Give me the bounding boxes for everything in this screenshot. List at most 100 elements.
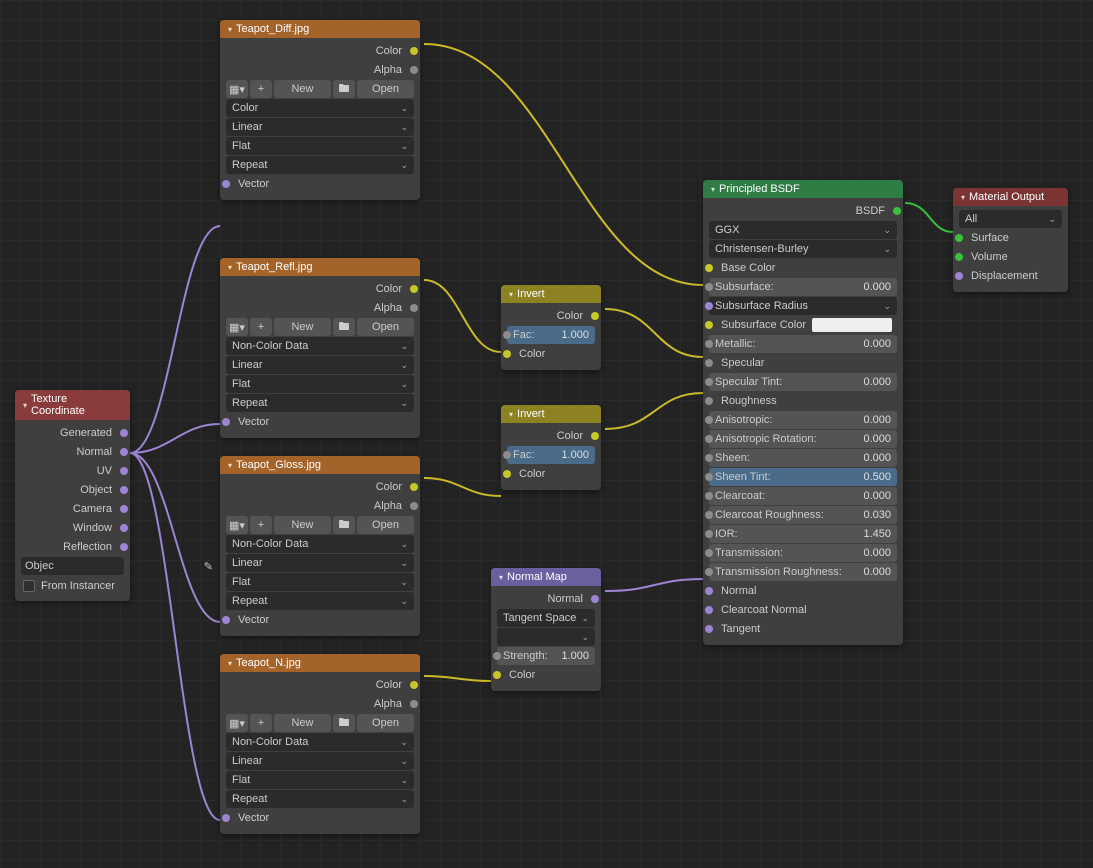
- target-dropdown[interactable]: All: [959, 210, 1062, 228]
- open-button[interactable]: Open: [357, 80, 414, 98]
- transmission-slider[interactable]: Transmission:0.000: [709, 544, 897, 562]
- fac-slider[interactable]: Fac:1.000: [507, 326, 595, 344]
- plus-button[interactable]: +: [250, 516, 272, 534]
- node-header[interactable]: Teapot_Diff.jpg: [220, 20, 420, 38]
- colorspace-dropdown[interactable]: Non-Color Data: [226, 535, 414, 553]
- anisotropic-slider[interactable]: Anisotropic:0.000: [709, 411, 897, 429]
- new-button[interactable]: New: [274, 516, 331, 534]
- from-instancer-checkbox[interactable]: From Instancer: [21, 577, 124, 595]
- output-camera: Camera: [21, 500, 124, 518]
- folder-icon[interactable]: 🖿: [333, 516, 355, 534]
- extension-dropdown[interactable]: Repeat: [226, 394, 414, 412]
- sheen-tint-slider[interactable]: Sheen Tint:0.500: [709, 468, 897, 486]
- image-buttons: ▦▾ + New 🖿 Open: [226, 318, 414, 336]
- metallic-slider[interactable]: Metallic:0.000: [709, 335, 897, 353]
- node-header[interactable]: Invert: [501, 405, 601, 423]
- node-header[interactable]: Texture Coordinate: [15, 390, 130, 420]
- node-header[interactable]: Teapot_Refl.jpg: [220, 258, 420, 276]
- object-input[interactable]: [58, 560, 200, 572]
- interpolation-dropdown[interactable]: Linear: [226, 752, 414, 770]
- node-header[interactable]: Material Output: [953, 188, 1068, 206]
- colorspace-dropdown[interactable]: Color: [226, 99, 414, 117]
- node-principled-bsdf[interactable]: Principled BSDF BSDF GGX Christensen-Bur…: [703, 180, 903, 645]
- distribution-dropdown[interactable]: GGX: [709, 221, 897, 239]
- open-button[interactable]: Open: [357, 516, 414, 534]
- node-image-texture-normal[interactable]: Teapot_N.jpg Color Alpha ▦▾ + New 🖿 Open…: [220, 654, 420, 834]
- strength-slider[interactable]: Strength:1.000: [497, 647, 595, 665]
- image-icon[interactable]: ▦▾: [226, 714, 248, 732]
- node-title: Teapot_Refl.jpg: [236, 261, 312, 273]
- node-material-output[interactable]: Material Output All Surface Volume Displ…: [953, 188, 1068, 292]
- node-invert-1[interactable]: Invert Color Fac:1.000 Color: [501, 285, 601, 370]
- colorspace-dropdown[interactable]: Non-Color Data: [226, 733, 414, 751]
- subsurface-radius-dropdown[interactable]: Subsurface Radius: [709, 297, 897, 315]
- node-title: Teapot_Diff.jpg: [236, 23, 309, 35]
- clearcoat-slider[interactable]: Clearcoat:0.000: [709, 487, 897, 505]
- space-dropdown[interactable]: Tangent Space: [497, 609, 595, 627]
- node-header[interactable]: Principled BSDF: [703, 180, 903, 198]
- fac-slider[interactable]: Fac:1.000: [507, 446, 595, 464]
- extension-dropdown[interactable]: Repeat: [226, 790, 414, 808]
- node-texture-coordinate[interactable]: Texture Coordinate Generated Normal UV O…: [15, 390, 130, 601]
- checkbox-icon[interactable]: [23, 580, 35, 592]
- projection-dropdown[interactable]: Flat: [226, 137, 414, 155]
- node-header[interactable]: Normal Map: [491, 568, 601, 586]
- new-button[interactable]: New: [274, 714, 331, 732]
- output-normal: Normal: [21, 443, 124, 461]
- projection-dropdown[interactable]: Flat: [226, 573, 414, 591]
- output-generated: Generated: [21, 424, 124, 442]
- object-picker[interactable]: Objec ✎: [21, 557, 124, 575]
- output-color: Color: [226, 280, 414, 298]
- sss-method-dropdown[interactable]: Christensen-Burley: [709, 240, 897, 258]
- plus-button[interactable]: +: [250, 80, 272, 98]
- transmission-roughness-slider[interactable]: Transmission Roughness:0.000: [709, 563, 897, 581]
- eyedropper-icon[interactable]: ✎: [204, 560, 213, 573]
- interpolation-dropdown[interactable]: Linear: [226, 554, 414, 572]
- extension-dropdown[interactable]: Repeat: [226, 592, 414, 610]
- node-header[interactable]: Invert: [501, 285, 601, 303]
- input-tangent: Tangent: [709, 620, 897, 638]
- node-normal-map[interactable]: Normal Map Normal Tangent Space Strength…: [491, 568, 601, 691]
- specular-tint-slider[interactable]: Specular Tint:0.000: [709, 373, 897, 391]
- node-header[interactable]: Teapot_Gloss.jpg: [220, 456, 420, 474]
- clearcoat-roughness-slider[interactable]: Clearcoat Roughness:0.030: [709, 506, 897, 524]
- folder-icon[interactable]: 🖿: [333, 318, 355, 336]
- image-buttons: ▦▾ + New 🖿 Open: [226, 80, 414, 98]
- interpolation-dropdown[interactable]: Linear: [226, 118, 414, 136]
- output-color: Color: [507, 427, 595, 445]
- node-header[interactable]: Teapot_N.jpg: [220, 654, 420, 672]
- projection-dropdown[interactable]: Flat: [226, 771, 414, 789]
- subsurface-color[interactable]: Subsurface Color: [709, 316, 897, 334]
- plus-button[interactable]: +: [250, 318, 272, 336]
- image-icon[interactable]: ▦▾: [226, 516, 248, 534]
- uvmap-dropdown[interactable]: [497, 628, 595, 646]
- aniso-rotation-slider[interactable]: Anisotropic Rotation:0.000: [709, 430, 897, 448]
- sheen-slider[interactable]: Sheen:0.000: [709, 449, 897, 467]
- node-image-texture-gloss[interactable]: Teapot_Gloss.jpg Color Alpha ▦▾ + New 🖿 …: [220, 456, 420, 636]
- output-bsdf: BSDF: [709, 202, 897, 220]
- input-color: Color: [507, 345, 595, 363]
- open-button[interactable]: Open: [357, 714, 414, 732]
- projection-dropdown[interactable]: Flat: [226, 375, 414, 393]
- node-invert-2[interactable]: Invert Color Fac:1.000 Color: [501, 405, 601, 490]
- interpolation-dropdown[interactable]: Linear: [226, 356, 414, 374]
- input-roughness: Roughness: [709, 392, 897, 410]
- color-swatch[interactable]: [812, 318, 892, 332]
- colorspace-dropdown[interactable]: Non-Color Data: [226, 337, 414, 355]
- open-button[interactable]: Open: [357, 318, 414, 336]
- folder-icon[interactable]: 🖿: [333, 714, 355, 732]
- new-button[interactable]: New: [274, 80, 331, 98]
- folder-icon[interactable]: 🖿: [333, 80, 355, 98]
- node-title: Texture Coordinate: [31, 393, 122, 417]
- ior-slider[interactable]: IOR:1.450: [709, 525, 897, 543]
- image-icon[interactable]: ▦▾: [226, 80, 248, 98]
- node-image-texture-diff[interactable]: Teapot_Diff.jpg Color Alpha ▦▾ + New 🖿 O…: [220, 20, 420, 200]
- image-icon[interactable]: ▦▾: [226, 318, 248, 336]
- node-image-texture-refl[interactable]: Teapot_Refl.jpg Color Alpha ▦▾ + New 🖿 O…: [220, 258, 420, 438]
- new-button[interactable]: New: [274, 318, 331, 336]
- subsurface-slider[interactable]: Subsurface:0.000: [709, 278, 897, 296]
- image-buttons: ▦▾ + New 🖿 Open: [226, 516, 414, 534]
- plus-button[interactable]: +: [250, 714, 272, 732]
- extension-dropdown[interactable]: Repeat: [226, 156, 414, 174]
- input-clearcoat-normal: Clearcoat Normal: [709, 601, 897, 619]
